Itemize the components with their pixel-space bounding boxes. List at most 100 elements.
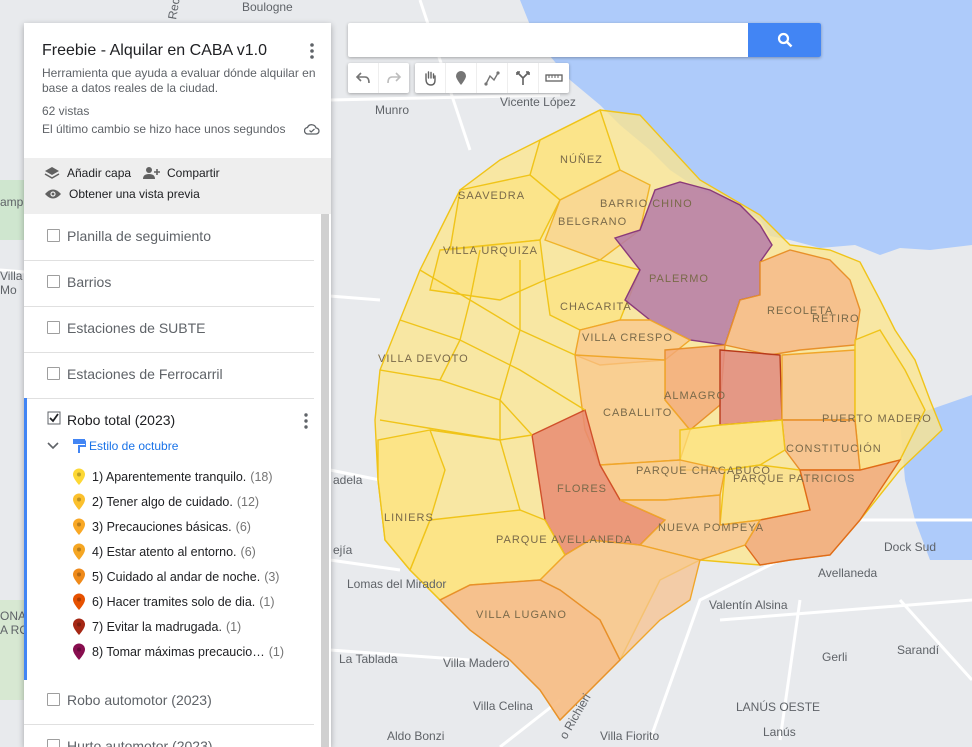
layer-hurto-automotor[interactable]: Hurto automotor (2023) bbox=[24, 724, 314, 747]
layer-name[interactable]: Planilla de seguimiento bbox=[67, 228, 211, 244]
layer-robo-total[interactable]: Robo total (2023) Estilo de octubre 1) A… bbox=[24, 398, 314, 680]
place-label: Villa Fiorito bbox=[600, 729, 659, 743]
layer-name[interactable]: Estaciones de Ferrocarril bbox=[67, 366, 223, 382]
district-label: FLORES bbox=[557, 483, 607, 495]
legend-count: (3) bbox=[264, 570, 280, 584]
add-marker-button[interactable] bbox=[446, 63, 477, 93]
district-label: SAAVEDRA bbox=[458, 190, 525, 202]
last-change-status: El último cambio se hizo hace unos segun… bbox=[42, 122, 286, 136]
district-label: LINIERS bbox=[384, 512, 434, 524]
legend-item[interactable]: 4) Estar atento al entorno. (6) bbox=[72, 543, 256, 561]
layer-name[interactable]: Barrios bbox=[67, 274, 111, 290]
undo-button[interactable] bbox=[348, 63, 379, 93]
legend-count: (18) bbox=[250, 470, 273, 484]
place-label: Gerli bbox=[822, 650, 847, 664]
district-label: VILLA DEVOTO bbox=[378, 353, 469, 365]
polyline-icon bbox=[484, 71, 500, 86]
person-add-icon bbox=[143, 167, 160, 179]
district-label: VILLA LUGANO bbox=[476, 609, 567, 621]
district-label: CONSTITUCIÓN bbox=[786, 442, 882, 455]
layer-checkbox[interactable] bbox=[47, 275, 60, 288]
place-label: Mo bbox=[0, 283, 17, 297]
layer-checkbox[interactable] bbox=[47, 321, 60, 334]
layer-planilla[interactable]: Planilla de seguimiento bbox=[24, 214, 314, 261]
map-description[interactable]: Herramienta que ayuda a evaluar dónde al… bbox=[42, 66, 317, 96]
style-link[interactable]: Estilo de octubre bbox=[89, 439, 178, 453]
map-options-button[interactable] bbox=[304, 41, 320, 61]
measure-button[interactable] bbox=[539, 63, 569, 93]
layer-checkbox[interactable] bbox=[47, 739, 60, 747]
place-label: Munro bbox=[375, 103, 409, 117]
place-label: LANÚS OESTE bbox=[736, 699, 820, 714]
district-label: PUERTO MADERO bbox=[822, 413, 932, 425]
layer-robo-automotor[interactable]: Robo automotor (2023) bbox=[24, 678, 314, 725]
place-label: ONA bbox=[0, 609, 26, 623]
layer-ferrocarril[interactable]: Estaciones de Ferrocarril bbox=[24, 352, 314, 399]
layer-subte[interactable]: Estaciones de SUBTE bbox=[24, 306, 314, 353]
place-label: Boulogne bbox=[242, 0, 293, 14]
place-label: Lomas del Mirador bbox=[347, 577, 446, 591]
ruler-icon bbox=[545, 74, 563, 82]
chevron-down-icon[interactable] bbox=[47, 441, 59, 451]
legend-item[interactable]: 3) Precauciones básicas. (6) bbox=[72, 518, 251, 536]
marker-icon bbox=[73, 643, 85, 660]
layer-checkbox[interactable] bbox=[47, 229, 60, 242]
legend-count: (1) bbox=[268, 645, 285, 659]
place-label: Dock Sud bbox=[884, 540, 936, 554]
district-label: VILLA CRESPO bbox=[582, 332, 673, 344]
search-button[interactable] bbox=[748, 23, 821, 57]
legend-label: 4) Estar atento al entorno. bbox=[92, 545, 237, 559]
layer-checkbox[interactable] bbox=[47, 367, 60, 380]
layer-checkbox[interactable] bbox=[47, 693, 60, 706]
more-vert-icon bbox=[310, 43, 314, 59]
legend-item[interactable]: 8) Tomar máximas precaucio… (1) bbox=[72, 643, 284, 661]
district-label: RETIRO bbox=[812, 313, 860, 325]
checkbox-checked-icon[interactable] bbox=[47, 411, 61, 425]
search-input[interactable] bbox=[348, 23, 748, 57]
preview-button[interactable]: Obtener una vista previa bbox=[44, 187, 200, 201]
layer-name[interactable]: Estaciones de SUBTE bbox=[67, 320, 206, 336]
legend-label: 5) Cuidado al andar de noche. bbox=[92, 570, 261, 584]
share-button[interactable]: Compartir bbox=[142, 166, 220, 180]
layer-name[interactable]: Robo total (2023) bbox=[67, 412, 175, 428]
marker-icon bbox=[73, 593, 85, 610]
place-label: Avellaneda bbox=[818, 566, 877, 580]
place-label: ejía bbox=[333, 543, 353, 557]
place-label: Villa Madero bbox=[443, 656, 510, 670]
view-count: 62 vistas bbox=[42, 104, 90, 118]
paint-roller-icon[interactable] bbox=[72, 438, 86, 454]
add-layer-button[interactable]: Añadir capa bbox=[44, 166, 131, 180]
hand-tool-button[interactable] bbox=[415, 63, 446, 93]
map-title[interactable]: Freebie - Alquilar en CABA v1.0 bbox=[42, 42, 267, 60]
legend-label: 1) Aparentemente tranquilo. bbox=[92, 470, 247, 484]
cloud-saved-icon bbox=[303, 122, 320, 140]
directions-icon bbox=[516, 71, 530, 85]
legend-item[interactable]: 7) Evitar la madrugada. (1) bbox=[72, 618, 241, 636]
layer-barrios[interactable]: Barrios bbox=[24, 260, 314, 307]
draw-line-button[interactable] bbox=[477, 63, 508, 93]
legend-item[interactable]: 5) Cuidado al andar de noche. (3) bbox=[72, 568, 279, 586]
district-label: NUEVA POMPEYA bbox=[658, 522, 764, 534]
legend-item[interactable]: 2) Tener algo de cuidado. (12) bbox=[72, 493, 259, 511]
layer-options-icon[interactable] bbox=[301, 412, 311, 430]
redo-button[interactable] bbox=[379, 63, 409, 93]
legend-item[interactable]: 1) Aparentemente tranquilo. (18) bbox=[72, 468, 273, 486]
directions-button[interactable] bbox=[508, 63, 539, 93]
layer-name[interactable]: Robo automotor (2023) bbox=[67, 692, 212, 708]
district-label: NÚÑEZ bbox=[560, 153, 603, 166]
district-balvanera bbox=[719, 349, 783, 426]
map-actions: Añadir capa Compartir Obtener una vista … bbox=[24, 158, 331, 214]
legend-item[interactable]: 6) Hacer tramites solo de dia. (1) bbox=[72, 593, 275, 611]
legend-count: (6) bbox=[235, 520, 251, 534]
district-label: PARQUE PATRICIOS bbox=[733, 473, 855, 485]
district-label: CABALLITO bbox=[603, 407, 672, 419]
marker-icon bbox=[73, 543, 85, 560]
layer-name[interactable]: Hurto automotor (2023) bbox=[67, 738, 213, 747]
tools-group bbox=[415, 63, 569, 93]
district-label: BARRIO CHINO bbox=[600, 198, 693, 210]
legend-label: 2) Tener algo de cuidado. bbox=[92, 495, 233, 509]
scrollbar[interactable] bbox=[321, 214, 329, 747]
place-label: Villa Celina bbox=[473, 699, 533, 713]
search-icon bbox=[777, 32, 792, 48]
layers-icon bbox=[44, 167, 60, 179]
